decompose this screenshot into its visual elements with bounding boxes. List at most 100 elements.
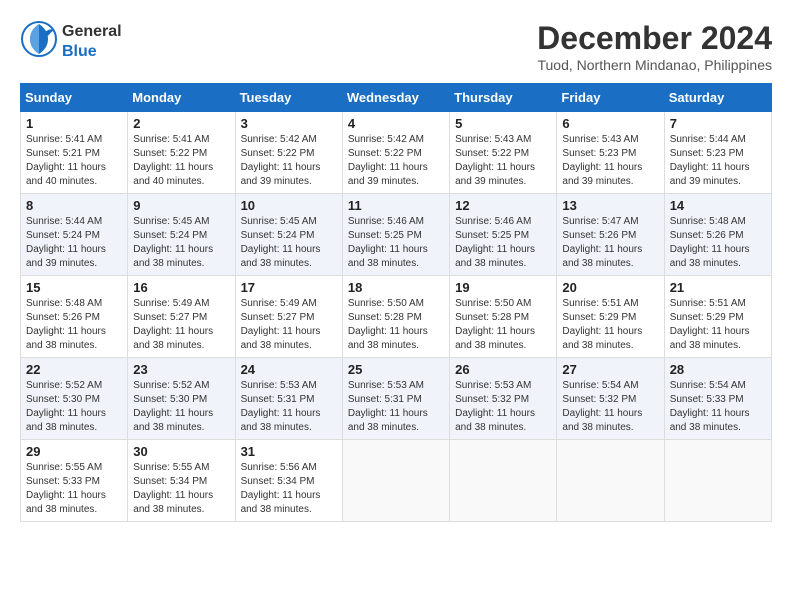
day-number: 28 <box>670 362 766 377</box>
weekday-header-monday: Monday <box>128 84 235 112</box>
calendar-week-row: 1 Sunrise: 5:41 AM Sunset: 5:21 PM Dayli… <box>21 112 772 194</box>
calendar-cell: 10 Sunrise: 5:45 AM Sunset: 5:24 PM Dayl… <box>235 194 342 276</box>
day-number: 21 <box>670 280 766 295</box>
day-number: 3 <box>241 116 337 131</box>
day-number: 7 <box>670 116 766 131</box>
day-info: Sunrise: 5:47 AM Sunset: 5:26 PM Dayligh… <box>562 215 658 271</box>
day-number: 23 <box>133 362 229 377</box>
day-info: Sunrise: 5:53 AM Sunset: 5:31 PM Dayligh… <box>348 379 444 435</box>
day-info: Sunrise: 5:48 AM Sunset: 5:26 PM Dayligh… <box>26 297 122 353</box>
day-info: Sunrise: 5:43 AM Sunset: 5:22 PM Dayligh… <box>455 133 551 189</box>
weekday-header-wednesday: Wednesday <box>342 84 449 112</box>
day-number: 12 <box>455 198 551 213</box>
logo-icon <box>20 20 58 58</box>
location: Tuod, Northern Mindanao, Philippines <box>537 57 772 73</box>
calendar-cell: 19 Sunrise: 5:50 AM Sunset: 5:28 PM Dayl… <box>450 276 557 358</box>
weekday-header-thursday: Thursday <box>450 84 557 112</box>
calendar-week-row: 22 Sunrise: 5:52 AM Sunset: 5:30 PM Dayl… <box>21 358 772 440</box>
day-number: 19 <box>455 280 551 295</box>
calendar-cell: 6 Sunrise: 5:43 AM Sunset: 5:23 PM Dayli… <box>557 112 664 194</box>
day-info: Sunrise: 5:49 AM Sunset: 5:27 PM Dayligh… <box>133 297 229 353</box>
day-info: Sunrise: 5:55 AM Sunset: 5:33 PM Dayligh… <box>26 461 122 517</box>
day-number: 26 <box>455 362 551 377</box>
calendar-cell: 12 Sunrise: 5:46 AM Sunset: 5:25 PM Dayl… <box>450 194 557 276</box>
day-number: 22 <box>26 362 122 377</box>
calendar-cell: 29 Sunrise: 5:55 AM Sunset: 5:33 PM Dayl… <box>21 440 128 522</box>
day-number: 30 <box>133 444 229 459</box>
calendar-cell: 22 Sunrise: 5:52 AM Sunset: 5:30 PM Dayl… <box>21 358 128 440</box>
calendar-cell: 17 Sunrise: 5:49 AM Sunset: 5:27 PM Dayl… <box>235 276 342 358</box>
day-info: Sunrise: 5:46 AM Sunset: 5:25 PM Dayligh… <box>455 215 551 271</box>
day-info: Sunrise: 5:48 AM Sunset: 5:26 PM Dayligh… <box>670 215 766 271</box>
day-info: Sunrise: 5:46 AM Sunset: 5:25 PM Dayligh… <box>348 215 444 271</box>
day-number: 9 <box>133 198 229 213</box>
day-info: Sunrise: 5:52 AM Sunset: 5:30 PM Dayligh… <box>26 379 122 435</box>
calendar-cell: 8 Sunrise: 5:44 AM Sunset: 5:24 PM Dayli… <box>21 194 128 276</box>
day-number: 1 <box>26 116 122 131</box>
calendar-cell: 2 Sunrise: 5:41 AM Sunset: 5:22 PM Dayli… <box>128 112 235 194</box>
calendar-week-row: 29 Sunrise: 5:55 AM Sunset: 5:33 PM Dayl… <box>21 440 772 522</box>
calendar-cell: 30 Sunrise: 5:55 AM Sunset: 5:34 PM Dayl… <box>128 440 235 522</box>
weekday-header-row: SundayMondayTuesdayWednesdayThursdayFrid… <box>21 84 772 112</box>
calendar-cell: 18 Sunrise: 5:50 AM Sunset: 5:28 PM Dayl… <box>342 276 449 358</box>
calendar-week-row: 8 Sunrise: 5:44 AM Sunset: 5:24 PM Dayli… <box>21 194 772 276</box>
calendar-cell: 20 Sunrise: 5:51 AM Sunset: 5:29 PM Dayl… <box>557 276 664 358</box>
day-number: 13 <box>562 198 658 213</box>
day-number: 14 <box>670 198 766 213</box>
day-info: Sunrise: 5:42 AM Sunset: 5:22 PM Dayligh… <box>348 133 444 189</box>
calendar-cell: 16 Sunrise: 5:49 AM Sunset: 5:27 PM Dayl… <box>128 276 235 358</box>
calendar-cell: 3 Sunrise: 5:42 AM Sunset: 5:22 PM Dayli… <box>235 112 342 194</box>
day-number: 27 <box>562 362 658 377</box>
day-number: 17 <box>241 280 337 295</box>
day-info: Sunrise: 5:54 AM Sunset: 5:33 PM Dayligh… <box>670 379 766 435</box>
day-number: 31 <box>241 444 337 459</box>
weekday-header-saturday: Saturday <box>664 84 771 112</box>
day-info: Sunrise: 5:53 AM Sunset: 5:32 PM Dayligh… <box>455 379 551 435</box>
calendar-cell: 9 Sunrise: 5:45 AM Sunset: 5:24 PM Dayli… <box>128 194 235 276</box>
day-info: Sunrise: 5:45 AM Sunset: 5:24 PM Dayligh… <box>133 215 229 271</box>
day-info: Sunrise: 5:50 AM Sunset: 5:28 PM Dayligh… <box>455 297 551 353</box>
calendar-table: SundayMondayTuesdayWednesdayThursdayFrid… <box>20 83 772 522</box>
calendar-cell: 4 Sunrise: 5:42 AM Sunset: 5:22 PM Dayli… <box>342 112 449 194</box>
calendar-cell: 25 Sunrise: 5:53 AM Sunset: 5:31 PM Dayl… <box>342 358 449 440</box>
calendar-cell: 21 Sunrise: 5:51 AM Sunset: 5:29 PM Dayl… <box>664 276 771 358</box>
logo-general: General <box>62 22 122 41</box>
month-title: December 2024 <box>537 20 772 57</box>
day-number: 2 <box>133 116 229 131</box>
day-number: 29 <box>26 444 122 459</box>
calendar-cell <box>557 440 664 522</box>
calendar-cell: 1 Sunrise: 5:41 AM Sunset: 5:21 PM Dayli… <box>21 112 128 194</box>
calendar-cell: 11 Sunrise: 5:46 AM Sunset: 5:25 PM Dayl… <box>342 194 449 276</box>
day-number: 24 <box>241 362 337 377</box>
day-number: 18 <box>348 280 444 295</box>
day-number: 4 <box>348 116 444 131</box>
calendar-cell: 24 Sunrise: 5:53 AM Sunset: 5:31 PM Dayl… <box>235 358 342 440</box>
day-number: 5 <box>455 116 551 131</box>
day-info: Sunrise: 5:49 AM Sunset: 5:27 PM Dayligh… <box>241 297 337 353</box>
day-info: Sunrise: 5:52 AM Sunset: 5:30 PM Dayligh… <box>133 379 229 435</box>
day-info: Sunrise: 5:53 AM Sunset: 5:31 PM Dayligh… <box>241 379 337 435</box>
day-info: Sunrise: 5:42 AM Sunset: 5:22 PM Dayligh… <box>241 133 337 189</box>
calendar-cell: 14 Sunrise: 5:48 AM Sunset: 5:26 PM Dayl… <box>664 194 771 276</box>
weekday-header-friday: Friday <box>557 84 664 112</box>
weekday-header-tuesday: Tuesday <box>235 84 342 112</box>
calendar-cell: 28 Sunrise: 5:54 AM Sunset: 5:33 PM Dayl… <box>664 358 771 440</box>
day-number: 15 <box>26 280 122 295</box>
calendar-cell: 27 Sunrise: 5:54 AM Sunset: 5:32 PM Dayl… <box>557 358 664 440</box>
calendar-cell: 26 Sunrise: 5:53 AM Sunset: 5:32 PM Dayl… <box>450 358 557 440</box>
weekday-header-sunday: Sunday <box>21 84 128 112</box>
page-header: General Blue December 2024 Tuod, Norther… <box>20 20 772 73</box>
calendar-cell: 7 Sunrise: 5:44 AM Sunset: 5:23 PM Dayli… <box>664 112 771 194</box>
day-info: Sunrise: 5:55 AM Sunset: 5:34 PM Dayligh… <box>133 461 229 517</box>
logo-blue: Blue <box>62 42 122 61</box>
day-info: Sunrise: 5:51 AM Sunset: 5:29 PM Dayligh… <box>670 297 766 353</box>
day-info: Sunrise: 5:44 AM Sunset: 5:24 PM Dayligh… <box>26 215 122 271</box>
calendar-cell: 15 Sunrise: 5:48 AM Sunset: 5:26 PM Dayl… <box>21 276 128 358</box>
calendar-cell: 31 Sunrise: 5:56 AM Sunset: 5:34 PM Dayl… <box>235 440 342 522</box>
title-block: December 2024 Tuod, Northern Mindanao, P… <box>537 20 772 73</box>
calendar-week-row: 15 Sunrise: 5:48 AM Sunset: 5:26 PM Dayl… <box>21 276 772 358</box>
calendar-cell <box>342 440 449 522</box>
day-info: Sunrise: 5:41 AM Sunset: 5:21 PM Dayligh… <box>26 133 122 189</box>
day-info: Sunrise: 5:44 AM Sunset: 5:23 PM Dayligh… <box>670 133 766 189</box>
day-info: Sunrise: 5:54 AM Sunset: 5:32 PM Dayligh… <box>562 379 658 435</box>
